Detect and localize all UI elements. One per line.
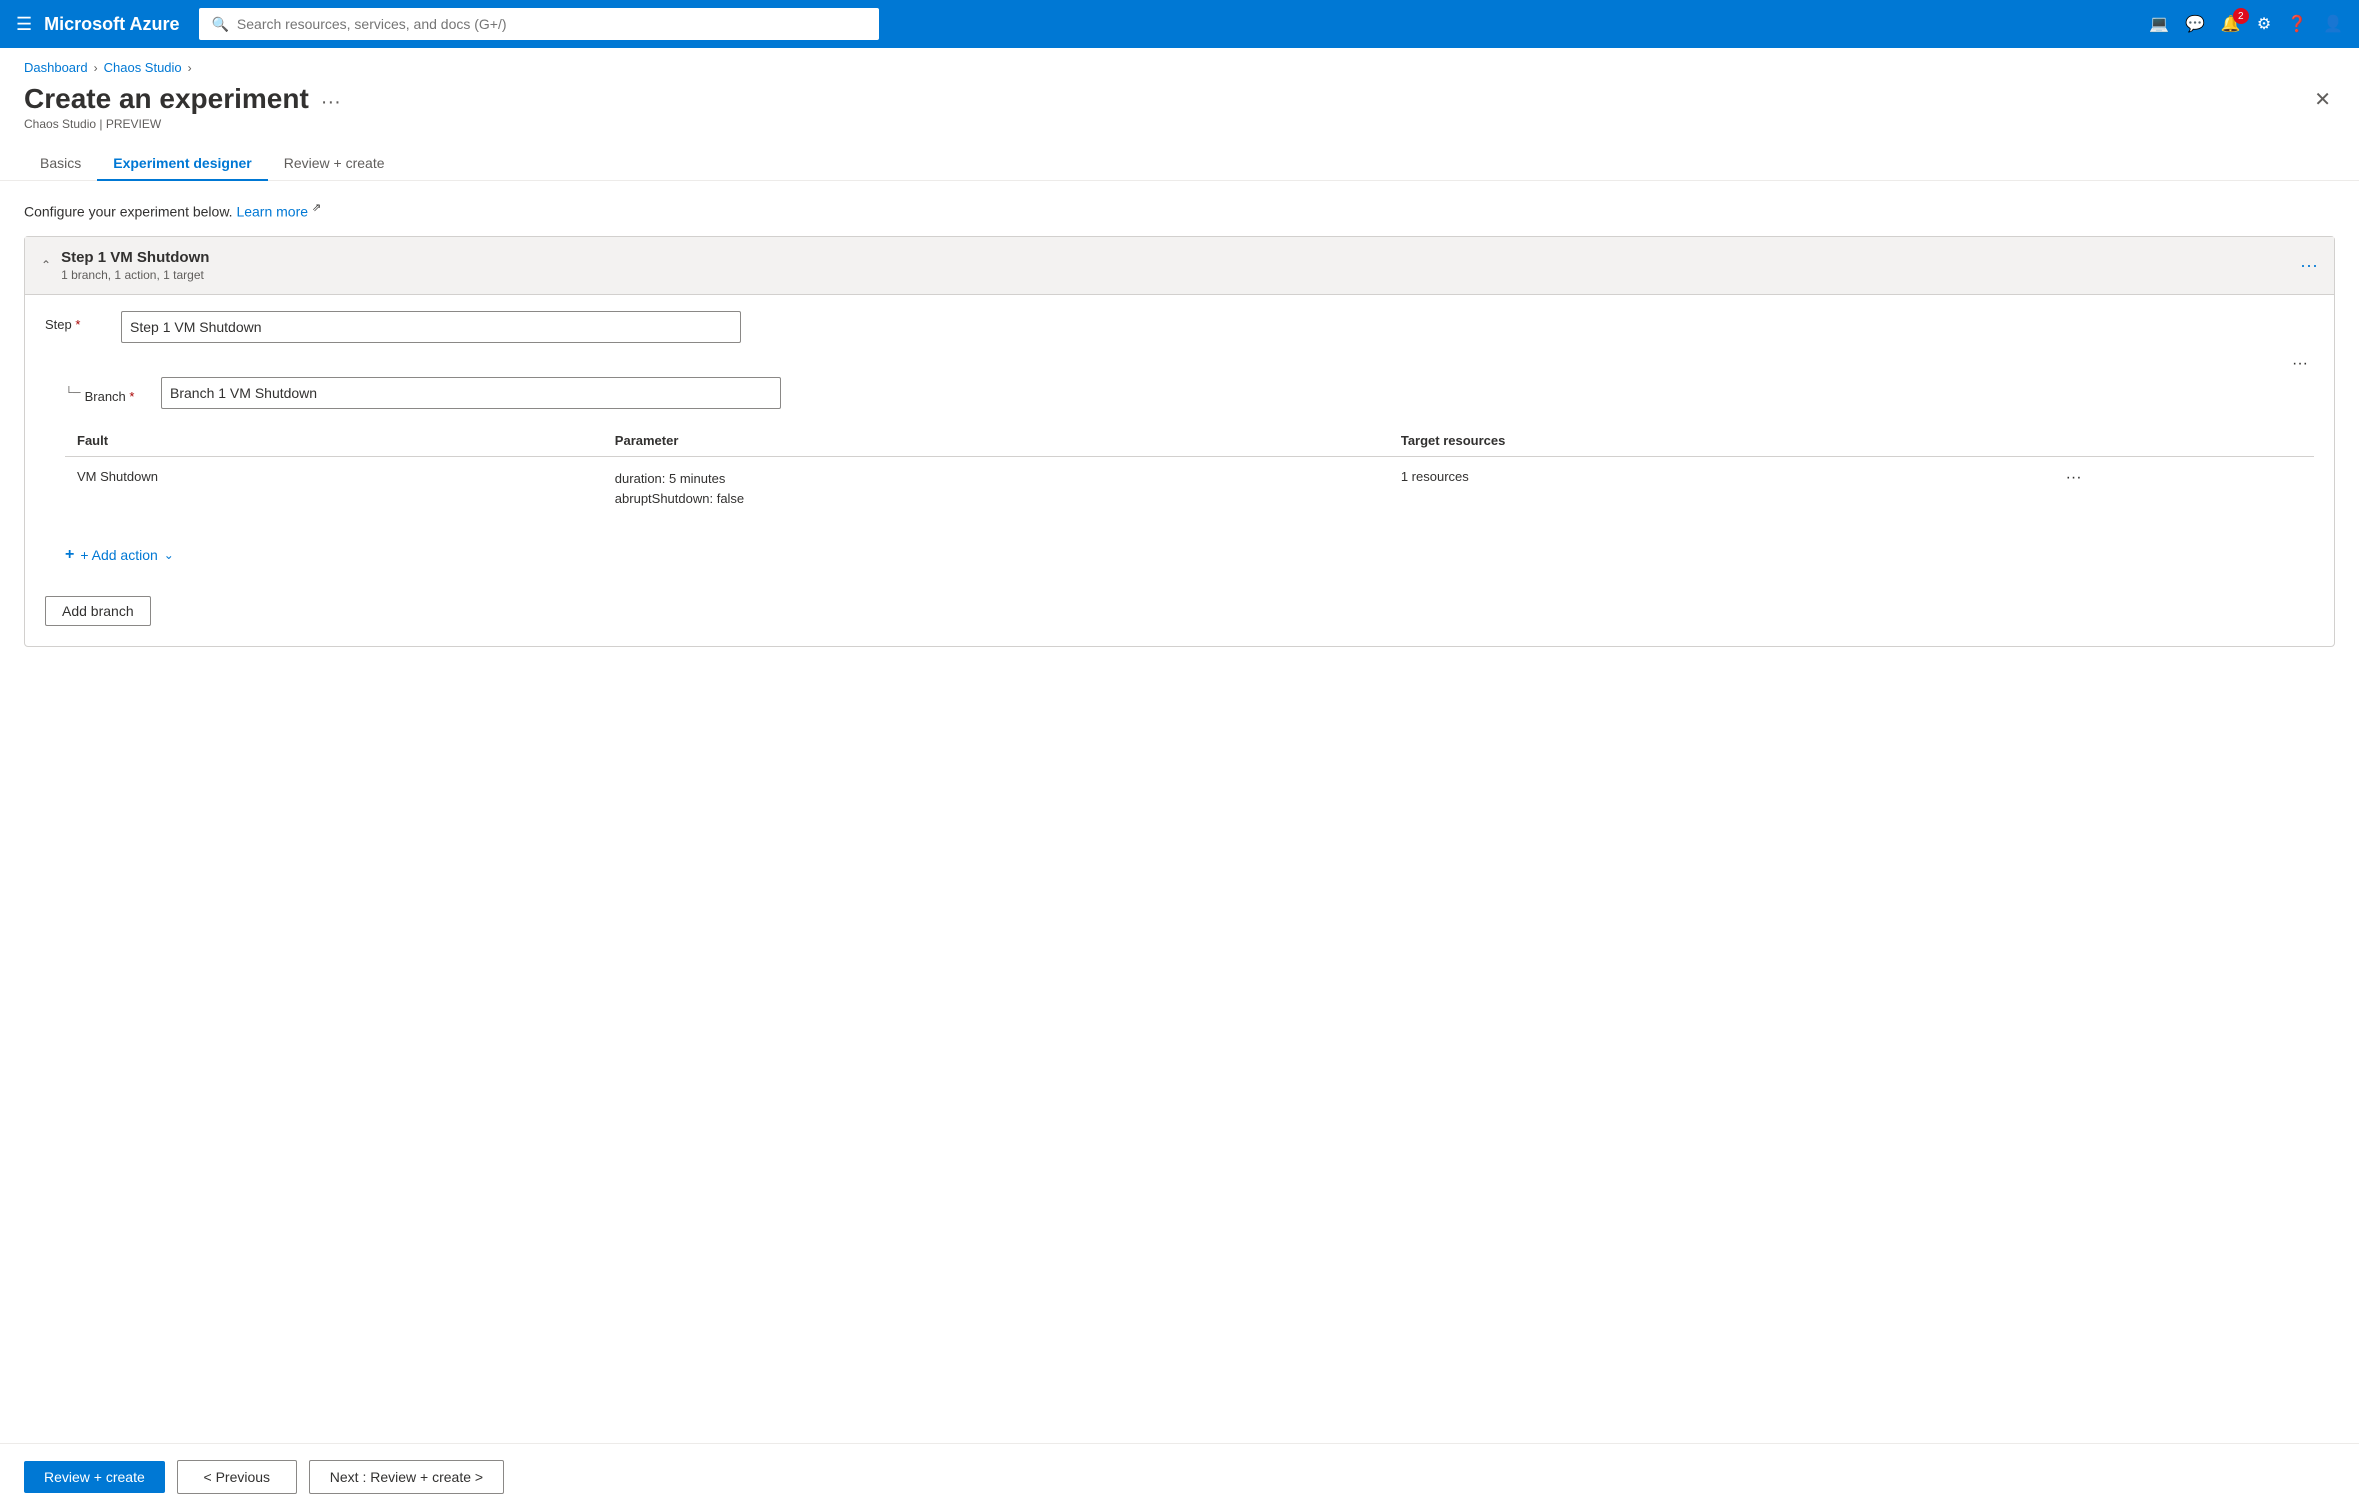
learn-more-link[interactable]: Learn more — [236, 204, 308, 220]
col-parameter: Parameter — [603, 425, 1389, 457]
add-action-label: + Add action — [80, 547, 157, 563]
search-input[interactable] — [237, 16, 868, 32]
branch-options-area — [65, 355, 2314, 373]
step-field-row: Step * — [45, 311, 2314, 343]
external-link-icon: ⇗ — [312, 202, 321, 214]
branch-section: └─ Branch * — [45, 355, 2314, 573]
branch-label-area: └─ Branch * — [65, 377, 145, 404]
tab-review-create[interactable]: Review + create — [268, 147, 401, 181]
param-abrupt-shutdown: abruptShutdown: false — [615, 489, 1377, 510]
step-card: ⌃ Step 1 VM Shutdown 1 branch, 1 action,… — [24, 236, 2335, 648]
fault-table-container: Fault Parameter Target resources VM Shut… — [65, 425, 2314, 523]
branch-name-input[interactable] — [161, 377, 781, 409]
fault-table-body: VM Shutdown duration: 5 minutes abruptSh… — [65, 456, 2314, 522]
notifications-icon[interactable]: 🔔 2 — [2221, 14, 2241, 34]
review-create-button[interactable]: Review + create — [24, 1461, 165, 1493]
step-header: ⌃ Step 1 VM Shutdown 1 branch, 1 action,… — [25, 237, 2334, 295]
add-branch-container: Add branch — [45, 584, 2314, 626]
fault-row-options-button[interactable] — [2060, 467, 2088, 488]
settings-icon[interactable]: ⚙ — [2257, 14, 2271, 34]
breadcrumb-sep-2: › — [188, 61, 192, 75]
add-action-button[interactable]: + + Add action ⌄ — [65, 542, 174, 568]
step-title-area: Step 1 VM Shutdown 1 branch, 1 action, 1… — [61, 249, 2290, 282]
nav-icons: 💻 💬 🔔 2 ⚙ ❓ 👤 — [2149, 14, 2343, 34]
fault-target-resources: 1 resources — [1389, 456, 2048, 522]
step-body: Step * — [25, 295, 2334, 647]
tab-experiment-designer[interactable]: Experiment designer — [97, 147, 268, 181]
cloud-shell-icon[interactable]: 💻 — [2149, 14, 2169, 34]
branch-connector-symbol: └─ — [65, 387, 81, 399]
add-branch-button[interactable]: Add branch — [45, 596, 151, 626]
header-options-button[interactable] — [321, 91, 341, 114]
add-action-row: + + Add action ⌄ — [65, 538, 2314, 572]
add-action-chevron: ⌄ — [164, 548, 174, 562]
hamburger-menu[interactable]: ☰ — [16, 14, 32, 35]
tabs: Basics Experiment designer Review + crea… — [0, 131, 2359, 181]
tab-basics[interactable]: Basics — [24, 147, 97, 181]
main-container: Dashboard › Chaos Studio › Create an exp… — [0, 48, 2359, 1510]
col-actions — [2048, 425, 2314, 457]
branch-field-label: Branch * — [85, 383, 135, 404]
breadcrumb-chaos-studio[interactable]: Chaos Studio — [104, 60, 182, 75]
branch-content: └─ Branch * — [65, 355, 2314, 573]
page-subtitle: Chaos Studio | PREVIEW — [24, 117, 309, 131]
step-options-button[interactable] — [2300, 255, 2318, 276]
page-header-content: Create an experiment Chaos Studio | PREV… — [24, 83, 309, 131]
step-collapse-chevron[interactable]: ⌃ — [41, 258, 51, 272]
step-name: Step 1 VM Shutdown — [61, 249, 2290, 266]
search-icon: 🔍 — [211, 16, 228, 33]
bottom-bar: Review + create < Previous Next : Review… — [0, 1443, 2359, 1510]
fault-table: Fault Parameter Target resources VM Shut… — [65, 425, 2314, 523]
search-box: 🔍 — [199, 8, 879, 40]
brand-name: Microsoft Azure — [44, 14, 179, 35]
col-target-resources: Target resources — [1389, 425, 2048, 457]
branch-options-button[interactable] — [2286, 353, 2314, 374]
top-navigation: ☰ Microsoft Azure 🔍 💻 💬 🔔 2 ⚙ ❓ 👤 — [0, 0, 2359, 48]
fault-table-header-row: Fault Parameter Target resources — [65, 425, 2314, 457]
plus-icon: + — [65, 546, 74, 564]
help-icon[interactable]: ❓ — [2287, 14, 2307, 34]
next-button[interactable]: Next : Review + create > — [309, 1460, 504, 1494]
breadcrumb: Dashboard › Chaos Studio › — [0, 48, 2359, 75]
close-button[interactable]: ✕ — [2310, 83, 2335, 116]
branch-field-row: └─ Branch * — [65, 377, 2314, 409]
page-header: Create an experiment Chaos Studio | PREV… — [0, 75, 2359, 131]
step-field-label: Step * — [45, 311, 105, 332]
step-name-input[interactable] — [121, 311, 741, 343]
param-duration: duration: 5 minutes — [615, 469, 1377, 490]
user-avatar[interactable]: 👤 — [2323, 14, 2343, 34]
notification-badge: 2 — [2233, 8, 2249, 24]
content-area: Configure your experiment below. Learn m… — [0, 181, 2359, 1443]
breadcrumb-dashboard[interactable]: Dashboard — [24, 60, 88, 75]
breadcrumb-sep-1: › — [94, 61, 98, 75]
step-meta: 1 branch, 1 action, 1 target — [61, 268, 2290, 282]
fault-row-options — [2048, 456, 2314, 522]
col-fault: Fault — [65, 425, 603, 457]
fault-name: VM Shutdown — [65, 456, 603, 522]
fault-table-header: Fault Parameter Target resources — [65, 425, 2314, 457]
page-title: Create an experiment — [24, 83, 309, 115]
configure-text: Configure your experiment below. Learn m… — [24, 201, 2335, 220]
table-row: VM Shutdown duration: 5 minutes abruptSh… — [65, 456, 2314, 522]
previous-button[interactable]: < Previous — [177, 1460, 297, 1494]
feedback-icon[interactable]: 💬 — [2185, 14, 2205, 34]
branch-required-indicator: * — [129, 389, 134, 404]
step-required-indicator: * — [75, 317, 80, 332]
fault-parameters: duration: 5 minutes abruptShutdown: fals… — [603, 456, 1389, 522]
